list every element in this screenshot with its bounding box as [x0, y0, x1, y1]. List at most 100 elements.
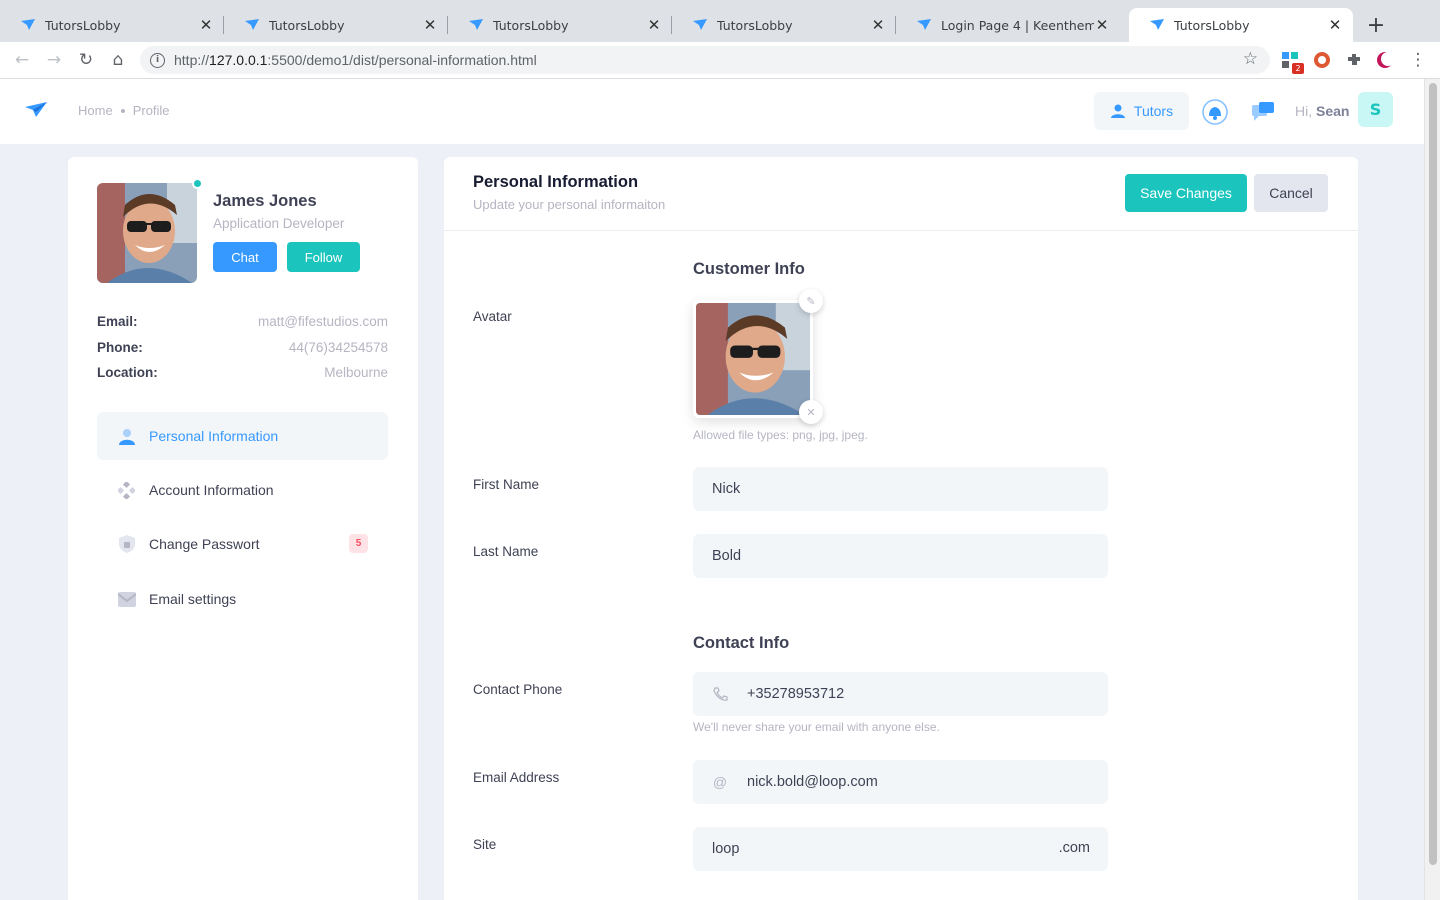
profile-card: James Jones Application Developer Chat F…	[68, 157, 418, 900]
email-address-input[interactable]: @ nick.bold@loop.com	[693, 760, 1108, 804]
nav-account-information[interactable]: Account Information	[97, 466, 388, 514]
mail-icon	[117, 590, 136, 609]
browser-tab-bar: TutorsLobby ✕ TutorsLobby ✕ TutorsLobby …	[0, 0, 1440, 42]
customer-info-heading: Customer Info	[693, 260, 805, 278]
site-info-icon[interactable]: i	[150, 52, 165, 68]
last-name-label: Last Name	[473, 544, 539, 559]
profile-role: Application Developer	[213, 216, 345, 231]
tutorslobby-logo-icon[interactable]	[24, 101, 48, 119]
breadcrumb-profile[interactable]: Profile	[133, 103, 170, 118]
address-bar[interactable]: i http://127.0.0.1:5500/demo1/dist/perso…	[140, 46, 1270, 74]
nav-email-settings[interactable]: Email settings	[97, 575, 388, 623]
edit-avatar-pencil-icon[interactable]: ✎	[799, 289, 823, 313]
close-tab-icon[interactable]: ✕	[1327, 16, 1343, 34]
tutorslobby-favicon-icon	[469, 19, 483, 30]
reload-icon[interactable]: ↻	[76, 50, 96, 70]
puzzle-extensions-icon[interactable]	[1345, 51, 1363, 69]
page-scrollbar[interactable]	[1424, 79, 1440, 900]
tab-title: TutorsLobby	[717, 17, 793, 33]
tab-title: Login Page 4 | Keenthemes	[941, 17, 1094, 33]
first-name-input[interactable]: Nick	[693, 467, 1108, 511]
tutorslobby-favicon-icon	[245, 19, 259, 30]
user-avatar[interactable]: S	[1358, 92, 1393, 127]
chat-button[interactable]: Chat	[213, 242, 277, 272]
breadcrumb: Home Profile	[78, 103, 170, 118]
breadcrumb-home[interactable]: Home	[78, 103, 113, 118]
nav-change-password[interactable]: Change Passwort 5	[97, 520, 388, 568]
card-header: Personal Information Update your persona…	[444, 157, 1358, 231]
profile-phone: 44(76)34254578	[288, 340, 388, 355]
browser-menu-icon[interactable]: ⋮	[1408, 50, 1428, 70]
tutorslobby-favicon-icon	[1150, 19, 1164, 30]
profile-name[interactable]: James Jones	[213, 192, 317, 211]
tab-title: TutorsLobby	[45, 17, 121, 33]
browser-tab[interactable]: Login Page 4 | Keenthemes ✕	[896, 8, 1120, 42]
layout-icon	[117, 481, 136, 500]
browser-tab[interactable]: TutorsLobby ✕	[224, 8, 448, 42]
browser-tab[interactable]: TutorsLobby ✕	[448, 8, 672, 42]
new-tab-button[interactable]: +	[1363, 12, 1389, 38]
remove-avatar-close-icon[interactable]: ✕	[799, 400, 823, 424]
profile-crescent-icon[interactable]	[1376, 51, 1394, 69]
contact-phone-label: Contact Phone	[473, 682, 563, 697]
close-tab-icon[interactable]: ✕	[422, 16, 438, 34]
email-address-label: Email Address	[473, 770, 560, 785]
close-tab-icon[interactable]: ✕	[1094, 16, 1110, 34]
tutorslobby-favicon-icon	[21, 19, 35, 30]
avatar-upload[interactable]	[693, 300, 813, 418]
tutorslobby-favicon-icon	[693, 19, 707, 30]
tutors-button[interactable]: Tutors	[1094, 92, 1189, 130]
phone-icon	[712, 686, 728, 702]
profile-photo	[97, 183, 197, 283]
at-sign-icon: @	[712, 774, 728, 790]
close-tab-icon[interactable]: ✕	[198, 16, 214, 34]
save-changes-button[interactable]: Save Changes	[1125, 174, 1247, 212]
tab-title: TutorsLobby	[493, 17, 569, 33]
user-icon	[117, 427, 136, 446]
contact-info-heading: Contact Info	[693, 634, 790, 652]
chat-messages-icon[interactable]	[1250, 99, 1276, 125]
page-title: Personal Information	[473, 173, 639, 191]
avatar-image	[696, 303, 810, 415]
last-name-input[interactable]: Bold	[693, 534, 1108, 578]
first-name-label: First Name	[473, 477, 540, 492]
contact-phone-input[interactable]: +35278953712	[693, 672, 1108, 716]
profile-location: Melbourne	[324, 365, 388, 380]
page-subtitle: Update your personal informaiton	[473, 197, 666, 212]
profile-location-row: Location: Melbourne	[97, 365, 388, 380]
profile-email[interactable]: matt@fifestudios.com	[258, 314, 388, 329]
close-tab-icon[interactable]: ✕	[870, 16, 886, 34]
browser-tab[interactable]: TutorsLobby ✕	[0, 8, 224, 42]
bookmark-star-icon[interactable]: ☆	[1243, 49, 1258, 69]
site-label: Site	[473, 837, 497, 852]
online-status-indicator	[192, 178, 203, 189]
app-header: Home Profile Tutors Hi, Sean S	[0, 79, 1424, 144]
user-greeting[interactable]: Hi, Sean	[1295, 103, 1349, 119]
shield-icon	[117, 535, 136, 554]
follow-button[interactable]: Follow	[287, 242, 360, 272]
browser-toolbar: ← → ↻ ⌂ i http://127.0.0.1:5500/demo1/di…	[0, 42, 1440, 79]
notification-bell-icon[interactable]	[1202, 99, 1228, 125]
avatar-label: Avatar	[473, 309, 512, 324]
nav-personal-information[interactable]: Personal Information	[97, 412, 388, 460]
keenthemes-favicon-icon	[917, 19, 931, 30]
password-notification-badge: 5	[349, 534, 368, 553]
profile-email-row: Email: matt@fifestudios.com	[97, 314, 388, 329]
duckduckgo-icon[interactable]	[1313, 51, 1331, 69]
user-icon	[1110, 104, 1125, 118]
back-icon[interactable]: ←	[12, 50, 32, 70]
tab-title: TutorsLobby	[1174, 17, 1250, 33]
profile-phone-row: Phone: 44(76)34254578	[97, 340, 388, 355]
address-url: http://127.0.0.1:5500/demo1/dist/persona…	[174, 52, 537, 68]
browser-tab[interactable]: TutorsLobby ✕	[672, 8, 896, 42]
site-domain-suffix: .com	[1058, 840, 1090, 856]
personal-information-card: Personal Information Update your persona…	[444, 157, 1358, 900]
site-input[interactable]: loop .com	[693, 827, 1108, 871]
extension-badge: 2	[1292, 63, 1304, 74]
phone-privacy-hint: We'll never share your email with anyone…	[693, 720, 940, 734]
forward-icon[interactable]: →	[44, 50, 64, 70]
close-tab-icon[interactable]: ✕	[646, 16, 662, 34]
browser-tab-active[interactable]: TutorsLobby ✕	[1129, 8, 1353, 42]
cancel-button[interactable]: Cancel	[1254, 174, 1328, 212]
home-icon[interactable]: ⌂	[108, 50, 128, 70]
